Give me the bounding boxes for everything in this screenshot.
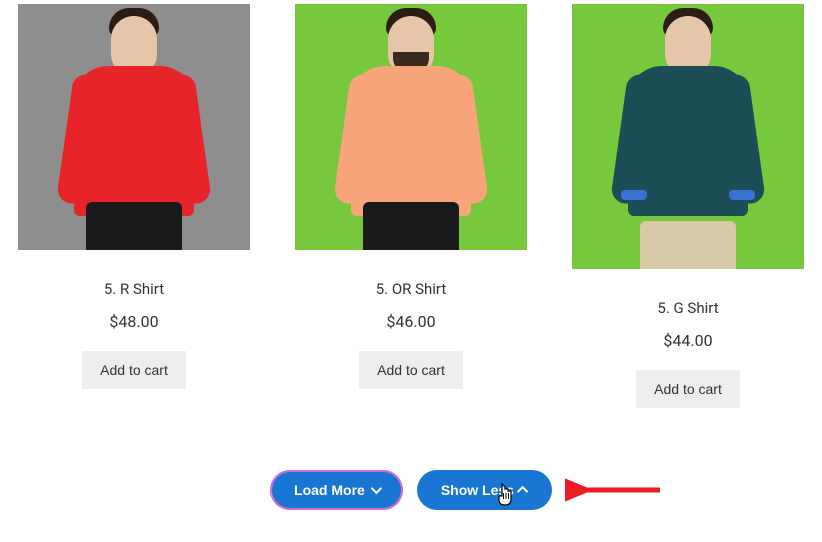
chevron-up-icon (517, 486, 528, 497)
load-more-button[interactable]: Load More (270, 470, 403, 510)
annotation-arrow-icon (565, 475, 665, 505)
show-less-label: Show Less (441, 482, 514, 498)
load-more-label: Load More (294, 482, 365, 498)
product-image-link[interactable] (572, 4, 804, 269)
product-card: 5. OR Shirt $46.00 Add to cart (295, 4, 527, 408)
product-image-link[interactable] (295, 4, 527, 250)
add-to-cart-button[interactable]: Add to cart (82, 351, 186, 389)
add-to-cart-button[interactable]: Add to cart (636, 370, 740, 408)
product-price: $44.00 (663, 331, 712, 350)
product-title: 5. OR Shirt (376, 280, 447, 298)
show-less-button[interactable]: Show Less (417, 470, 552, 510)
add-to-cart-button[interactable]: Add to cart (359, 351, 463, 389)
product-card: 5. G Shirt $44.00 Add to cart (572, 4, 804, 408)
chevron-down-icon (371, 483, 382, 494)
pagination-controls: Load More Show Less (0, 470, 822, 510)
product-price: $46.00 (386, 312, 435, 331)
product-image (59, 4, 209, 250)
product-price: $48.00 (109, 312, 158, 331)
product-image (336, 4, 486, 250)
product-card: 5. R Shirt $48.00 Add to cart (18, 4, 250, 408)
product-grid: 5. R Shirt $48.00 Add to cart 5. OR Shir… (0, 0, 822, 408)
product-image (613, 4, 763, 269)
product-title: 5. R Shirt (104, 280, 164, 298)
product-image-link[interactable] (18, 4, 250, 250)
product-title: 5. G Shirt (657, 299, 718, 317)
